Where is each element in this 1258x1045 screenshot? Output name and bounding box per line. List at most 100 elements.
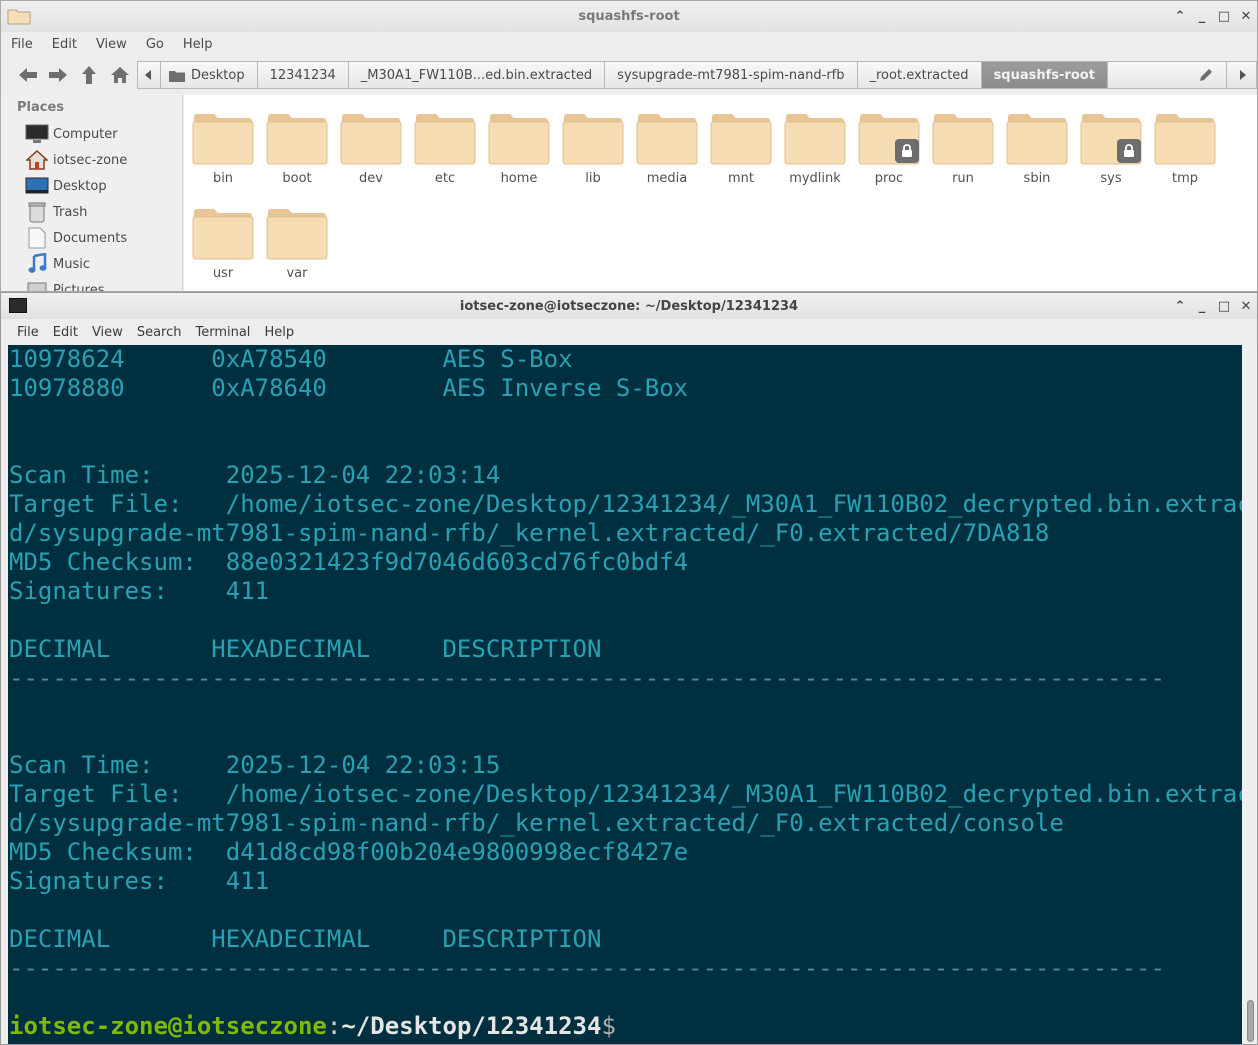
terminal-line: ----------------------------------------… xyxy=(9,954,1165,982)
terminal-shade-button[interactable]: ⌃ xyxy=(1169,299,1191,314)
folder-name: etc xyxy=(434,171,456,186)
sidebar-item-label: iotsec-zone xyxy=(53,152,128,168)
terminal-close-button[interactable]: ✕ xyxy=(1235,299,1257,314)
file-manager-window: squashfs-root ⌃ _ □ ✕ File Edit View Go … xyxy=(0,0,1258,292)
folder-item-run[interactable]: run xyxy=(928,111,998,195)
breadcrumb-12341234[interactable]: 12341234 xyxy=(257,61,349,89)
fm-menu-view[interactable]: View xyxy=(96,37,127,52)
fm-menubar: File Edit View Go Help xyxy=(1,32,1257,56)
folder-item-home[interactable]: home xyxy=(484,111,554,195)
fm-minimize-button[interactable]: _ xyxy=(1191,9,1213,24)
terminal-menu-help[interactable]: Help xyxy=(264,325,294,340)
terminal-maximize-button[interactable]: □ xyxy=(1213,299,1235,314)
sidebar-item-pictures[interactable]: Pictures xyxy=(25,278,105,292)
sidebar-item-label: Music xyxy=(53,256,90,272)
folder-icon xyxy=(192,114,254,165)
scrollbar-thumb[interactable] xyxy=(1247,1000,1254,1042)
terminal-line: MD5 Checksum: 88e0321423f9d7046d603cd76f… xyxy=(9,548,689,576)
folder-item-bin[interactable]: bin xyxy=(188,111,258,195)
prompt-separator: : xyxy=(326,1012,342,1040)
pencil-icon[interactable] xyxy=(1198,67,1214,83)
fm-window-title: squashfs-root xyxy=(578,9,680,24)
folder-item-var[interactable]: var xyxy=(262,206,332,290)
folder-item-lib[interactable]: lib xyxy=(558,111,628,195)
terminal-prompt[interactable]: iotsec-zone@iotseczone:~/Desktop/1234123… xyxy=(9,1012,616,1041)
breadcrumb-scroll-left[interactable] xyxy=(137,61,161,89)
sidebar-item-label: Desktop xyxy=(53,178,107,194)
fm-menu-go[interactable]: Go xyxy=(146,37,164,52)
terminal-line: DECIMAL HEXADECIMAL DESCRIPTION xyxy=(9,635,602,663)
folder-name: tmp xyxy=(1171,171,1198,186)
terminal-menu-file[interactable]: File xyxy=(17,325,39,340)
sidebar-item-music[interactable]: Music xyxy=(25,252,90,276)
fm-menu-help[interactable]: Help xyxy=(183,37,213,52)
home-button[interactable] xyxy=(105,60,135,90)
terminal-scrollbar[interactable] xyxy=(1242,345,1257,1044)
folder-name: bin xyxy=(212,171,234,186)
terminal-screen[interactable]: 10978624 0xA78540 AES S-Box 10978880 0xA7… xyxy=(8,345,1242,1044)
terminal-line: DECIMAL HEXADECIMAL DESCRIPTION xyxy=(9,925,602,953)
pictures-icon xyxy=(25,279,49,291)
breadcrumb-root-extracted[interactable]: _root.extracted xyxy=(857,61,982,89)
chevron-left-icon xyxy=(145,70,151,80)
folder-icon xyxy=(1154,114,1216,165)
folder-item-sbin[interactable]: sbin xyxy=(1002,111,1072,195)
terminal-window: iotsec-zone@iotseczone: ~/Desktop/123412… xyxy=(0,292,1258,1045)
folder-name: dev xyxy=(359,171,383,186)
breadcrumb-scroll-right[interactable] xyxy=(1227,61,1257,89)
folder-icon xyxy=(169,70,185,82)
sidebar-item-home[interactable]: iotsec-zone xyxy=(25,148,127,172)
terminal-line: Target File: /home/iotsec-zone/Desktop/1… xyxy=(9,780,1242,808)
fm-maximize-button[interactable]: □ xyxy=(1213,9,1235,24)
folder-name: var xyxy=(286,266,308,281)
folder-item-usr[interactable]: usr xyxy=(188,206,258,290)
folder-item-mnt[interactable]: mnt xyxy=(706,111,776,195)
chevron-right-icon xyxy=(1239,70,1246,80)
folder-name: home xyxy=(500,171,538,186)
terminal-titlebar[interactable]: iotsec-zone@iotseczone: ~/Desktop/123412… xyxy=(1,293,1257,319)
terminal-line: 10978624 0xA78540 AES S-Box xyxy=(9,345,573,373)
folder-name: sys xyxy=(1100,171,1122,186)
sidebar-item-desktop[interactable]: Desktop xyxy=(25,174,107,198)
terminal-line: MD5 Checksum: d41d8cd98f00b204e9800998ec… xyxy=(9,838,689,866)
breadcrumb-squashfs-root[interactable]: squashfs-root xyxy=(981,61,1108,89)
forward-button[interactable] xyxy=(43,60,73,90)
folder-item-etc[interactable]: etc xyxy=(410,111,480,195)
breadcrumb: Desktop 12341234 _M30A1_FW110B...ed.bin.… xyxy=(137,61,1257,89)
fm-close-button[interactable]: ✕ xyxy=(1235,9,1257,24)
sidebar-item-trash[interactable]: Trash xyxy=(25,200,87,224)
fm-shade-button[interactable]: ⌃ xyxy=(1169,9,1191,24)
terminal-minimize-button[interactable]: _ xyxy=(1191,299,1213,314)
breadcrumb-firmware-extracted[interactable]: _M30A1_FW110B...ed.bin.extracted xyxy=(348,61,606,89)
breadcrumb-spacer xyxy=(1107,61,1227,89)
terminal-line: 10978880 0xA78640 AES Inverse S-Box xyxy=(9,374,689,402)
sidebar-item-documents[interactable]: Documents xyxy=(25,226,127,250)
prompt-symbol: $ xyxy=(601,1012,616,1040)
breadcrumb-desktop[interactable]: Desktop xyxy=(161,61,258,89)
folder-item-sys[interactable]: sys xyxy=(1076,111,1146,195)
folder-item-boot[interactable]: boot xyxy=(262,111,332,195)
up-button[interactable] xyxy=(74,60,104,90)
sidebar-item-label: Pictures xyxy=(53,282,105,292)
prompt-path: ~/Desktop/12341234 xyxy=(341,1012,602,1040)
terminal-menu-view[interactable]: View xyxy=(92,325,123,340)
sidebar-item-computer[interactable]: Computer xyxy=(25,122,118,146)
fm-menu-edit[interactable]: Edit xyxy=(52,37,77,52)
breadcrumb-sysupgrade[interactable]: sysupgrade-mt7981-spim-nand-rfb xyxy=(605,61,858,89)
folder-item-proc[interactable]: proc xyxy=(854,111,924,195)
folder-icon xyxy=(562,114,624,165)
folder-icon xyxy=(932,114,994,165)
fm-menu-file[interactable]: File xyxy=(11,37,33,52)
terminal-menu-search[interactable]: Search xyxy=(137,325,182,340)
arrow-right-icon xyxy=(49,68,67,82)
back-button[interactable] xyxy=(13,60,43,90)
folder-item-media[interactable]: media xyxy=(632,111,702,195)
folder-name: proc xyxy=(874,171,904,186)
terminal-menu-terminal[interactable]: Terminal xyxy=(195,325,250,340)
folder-item-tmp[interactable]: tmp xyxy=(1150,111,1220,195)
terminal-menu-edit[interactable]: Edit xyxy=(53,325,78,340)
fm-titlebar[interactable]: squashfs-root ⌃ _ □ ✕ xyxy=(1,1,1257,32)
terminal-line: Scan Time: 2025-12-04 22:03:15 xyxy=(9,751,501,779)
folder-item-dev[interactable]: dev xyxy=(336,111,406,195)
folder-item-mydlink[interactable]: mydlink xyxy=(780,111,850,195)
